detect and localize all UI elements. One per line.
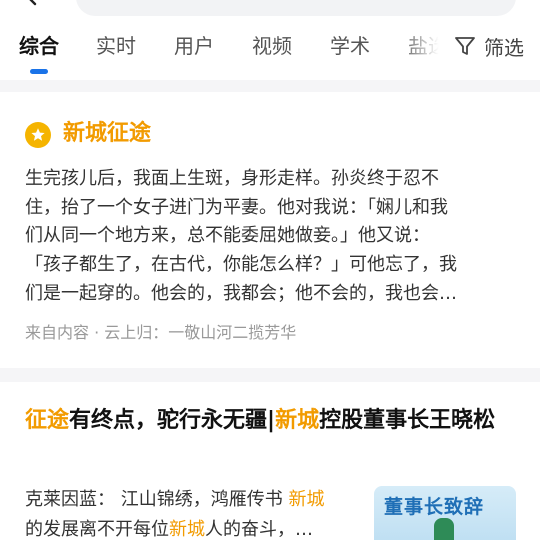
tab-users[interactable]: 用户	[174, 28, 214, 64]
tab-academic[interactable]: 学术	[330, 28, 370, 64]
result-card[interactable]: 新城征途 生完孩儿后，我面上生斑，身形走样。孙炎终于忍不 住，抬了一个女子进门为…	[0, 92, 540, 368]
result-thumbnail[interactable]: 董事长致辞	[374, 486, 516, 540]
excerpt-text: 克莱因蓝： 江山锦绣，鸿雁传书	[25, 489, 289, 510]
active-tab-indicator	[30, 69, 48, 74]
excerpt-line: 「孩子都生了，在古代，你能怎么样？」可他忘了，我	[25, 254, 457, 276]
back-arrow-icon[interactable]	[22, 0, 42, 6]
thumbnail-caption: 董事长致辞	[384, 496, 485, 518]
excerpt-highlight: 新城	[169, 519, 205, 540]
title-highlight: 新城	[275, 408, 320, 433]
tab-comprehensive[interactable]: 综合	[19, 28, 59, 64]
search-input[interactable]	[76, 0, 516, 16]
excerpt-text: 人的奋斗，…	[205, 519, 313, 540]
title-text: 控股董事长王晓松	[319, 408, 496, 433]
title-highlight: 征途	[25, 408, 70, 433]
thumbnail-person-figure	[434, 518, 454, 540]
excerpt-line: 们从同一个地方来，总不能委屈她做妾。」他又说：	[25, 225, 430, 247]
tab-fade-overlay	[400, 28, 455, 68]
result-excerpt: 生完孩儿后，我面上生斑，身形走样。孙炎终于忍不 住，抬了一个女子进门为平妻。他对…	[25, 165, 505, 309]
result-card[interactable]: 征途有终点，驼行永无疆|新城控股董事长王晓松 克莱因蓝： 江山锦绣，鸿雁传书 新…	[0, 382, 540, 540]
excerpt-line: 的发展离不开每位新城人的奋斗，…	[25, 515, 360, 540]
excerpt-line: 们是一起穿的。他会的，我都会；他不会的，我也会…	[25, 282, 457, 304]
excerpt-text: 的发展离不开每位	[25, 519, 169, 540]
excerpt-highlight: 新城	[288, 489, 325, 510]
filter-icon	[455, 37, 475, 55]
filter-button[interactable]: 筛选	[452, 28, 524, 64]
title-text: 有终点，驼行永无疆|	[69, 408, 276, 433]
excerpt-line: 住，抬了一个女子进门为平妻。他对我说：「娴儿和我	[25, 196, 448, 218]
top-bar: 综合 实时 用户 视频 学术 盐选 筛选	[0, 0, 540, 80]
excerpt-line: 生完孩儿后，我面上生斑，身形走样。孙炎终于忍不	[25, 168, 439, 189]
result-title[interactable]: 征途有终点，驼行永无疆|新城控股董事长王晓松	[25, 404, 515, 438]
tab-realtime[interactable]: 实时	[96, 28, 136, 64]
result-excerpt: 克莱因蓝： 江山锦绣，鸿雁传书 新城 的发展离不开每位新城人的奋斗，…	[25, 485, 360, 540]
excerpt-line: 克莱因蓝： 江山锦绣，鸿雁传书 新城	[25, 485, 360, 515]
tab-video[interactable]: 视频	[252, 28, 292, 64]
result-title[interactable]: 新城征途	[63, 118, 151, 150]
filter-label: 筛选	[484, 35, 524, 60]
result-source[interactable]: 来自内容 · 云上归：一敬山河二揽芳华	[25, 321, 296, 345]
star-icon	[25, 122, 51, 148]
